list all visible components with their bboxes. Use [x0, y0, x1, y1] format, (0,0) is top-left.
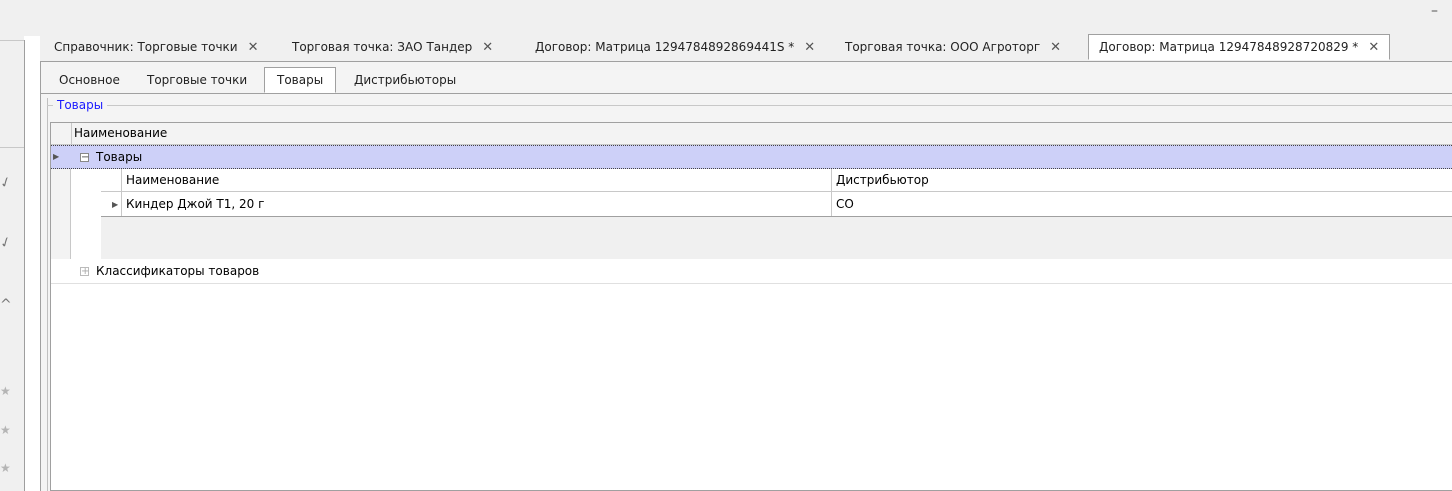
document-tabs: Справочник: Торговые точки ✕ Торговая точ… [40, 34, 1452, 62]
group-row[interactable]: + Классификаторы товаров [51, 259, 1452, 284]
doc-tab-label: Договор: Матрица 1294784892869441S * [535, 40, 795, 54]
star-icon[interactable]: ★ [0, 424, 11, 436]
tab-torgovye-tochki[interactable]: Торговые точки [147, 68, 247, 92]
cell-name[interactable]: Киндер Джой Т1, 20 г [121, 192, 826, 216]
collapse-icon[interactable]: − [80, 153, 89, 163]
doc-tab-4[interactable]: Торговая точка: ООО Агроторг ✕ [845, 35, 1061, 60]
doc-tab-1[interactable]: Справочник: Торговые точки ✕ [54, 35, 259, 60]
table-row[interactable]: ▶ Киндер Джой Т1, 20 г СО [101, 192, 1452, 217]
left-divider [0, 147, 24, 148]
document-content: Основное Торговые точки Товары Дистрибью… [40, 62, 1452, 491]
tab-distributors[interactable]: Дистрибьюторы [354, 68, 456, 92]
expand-icon[interactable]: + [80, 267, 89, 277]
group-row-selected[interactable]: ▶ − Товары [51, 145, 1452, 169]
left-panel: ✓ ✓ ^ ★ ★ ★ [0, 0, 24, 491]
row-indicator-icon: ▶ [112, 200, 119, 209]
close-icon[interactable]: ✕ [482, 35, 493, 60]
star-icon[interactable]: ★ [0, 462, 11, 474]
column-header-name[interactable]: Наименование [71, 123, 1452, 144]
close-icon[interactable]: ✕ [248, 35, 259, 60]
tab-osnovnoe[interactable]: Основное [59, 68, 120, 92]
close-icon[interactable]: ✕ [1368, 35, 1379, 60]
left-border [24, 40, 25, 491]
group-line [47, 105, 1452, 106]
check-icon[interactable]: ✓ [0, 173, 14, 192]
cell-distributor[interactable]: СО [831, 192, 1452, 216]
doc-tab-label: Торговая точка: ЗАО Тандер [292, 40, 473, 54]
inner-tabs: Основное Торговые точки Товары Дистрибью… [41, 65, 1452, 94]
minimize-button[interactable]: – [1431, 3, 1438, 19]
doc-tab-2[interactable]: Торговая точка: ЗАО Тандер ✕ [292, 35, 493, 60]
title-bar: – [0, 0, 1452, 36]
close-icon[interactable]: ✕ [1050, 35, 1061, 60]
doc-tab-5-active[interactable]: Договор: Матрица 12947848928720829 * ✕ [1088, 34, 1391, 60]
grid-header: Наименование [51, 123, 1452, 145]
chevron-up-icon[interactable]: ^ [0, 298, 12, 312]
column-header-distributor[interactable]: Дистрибьютор [831, 169, 1452, 191]
doc-tab-3[interactable]: Договор: Матрица 1294784892869441S * ✕ [535, 35, 815, 60]
left-divider [0, 40, 24, 41]
group-row-label: Товары [96, 150, 143, 164]
goods-grid: Наименование ▶ − Товары Наименование Дис… [50, 122, 1452, 491]
row-indicator-icon: ▶ [53, 152, 60, 161]
close-icon[interactable]: ✕ [804, 35, 815, 60]
check-icon[interactable]: ✓ [0, 233, 14, 252]
column-header-name[interactable]: Наименование [121, 169, 826, 191]
tab-tovary[interactable]: Товары [264, 67, 337, 93]
detail-header: Наименование Дистрибьютор [101, 169, 1452, 192]
group-title: Товары [53, 98, 108, 112]
doc-tab-label: Торговая точка: ООО Агроторг [845, 40, 1041, 54]
doc-tab-label: Договор: Матрица 12947848928720829 * [1099, 40, 1359, 54]
group-row-label: Классификаторы товаров [96, 264, 260, 278]
doc-tab-label: Справочник: Торговые точки [54, 40, 238, 54]
star-icon[interactable]: ★ [0, 385, 11, 397]
detail-grid: Наименование Дистрибьютор ▶ Киндер Джой … [101, 169, 1452, 259]
